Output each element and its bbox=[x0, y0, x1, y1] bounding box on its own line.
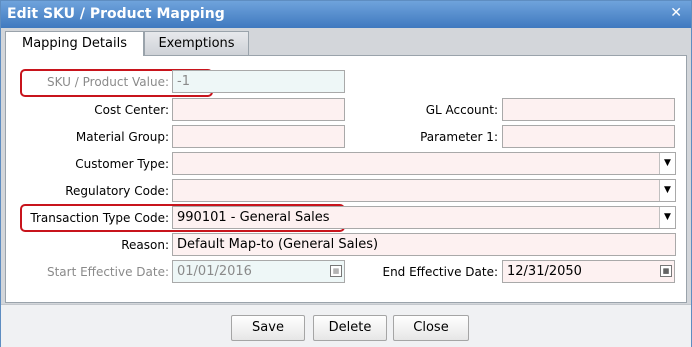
customer-type-label: Customer Type: bbox=[75, 157, 169, 171]
delete-button[interactable]: Delete bbox=[313, 315, 387, 341]
end-date-label: End Effective Date: bbox=[382, 265, 498, 279]
material-group-field[interactable] bbox=[172, 125, 345, 148]
end-date-value: 12/31/2050 bbox=[507, 264, 582, 279]
gl-account-label: GL Account: bbox=[425, 103, 498, 117]
calendar-icon[interactable]: ▦ bbox=[660, 265, 672, 277]
dialog-titlebar[interactable]: Edit SKU / Product Mapping ✕ bbox=[1, 1, 691, 28]
transaction-type-value: 990101 - General Sales bbox=[177, 210, 330, 225]
start-date-field: 01/01/2016 ▦ bbox=[172, 260, 345, 283]
reason-label: Reason: bbox=[121, 238, 169, 252]
cost-center-label: Cost Center: bbox=[94, 103, 169, 117]
transaction-type-label: Transaction Type Code: bbox=[30, 211, 169, 225]
start-date-value: 01/01/2016 bbox=[177, 264, 252, 279]
customer-type-select[interactable]: ▼ bbox=[172, 152, 676, 175]
end-date-field[interactable]: 12/31/2050 ▦ bbox=[502, 260, 675, 283]
regulatory-code-label: Regulatory Code: bbox=[65, 184, 169, 198]
dialog-title: Edit SKU / Product Mapping bbox=[7, 6, 225, 22]
gl-account-field[interactable] bbox=[502, 98, 675, 121]
save-button[interactable]: Save bbox=[231, 315, 305, 341]
sku-field: -1 bbox=[172, 70, 345, 93]
parameter1-label: Parameter 1: bbox=[420, 130, 498, 144]
regulatory-code-select[interactable]: ▼ bbox=[172, 179, 676, 202]
parameter1-field[interactable] bbox=[502, 125, 675, 148]
mapping-details-panel: SKU / Product Value: -1 Cost Center: GL … bbox=[5, 55, 687, 303]
close-button[interactable]: Close bbox=[393, 315, 469, 341]
transaction-type-select[interactable]: 990101 - General Sales ▼ bbox=[172, 206, 676, 229]
chevron-down-icon[interactable]: ▼ bbox=[659, 207, 675, 228]
calendar-icon: ▦ bbox=[330, 265, 342, 277]
tab-exemptions[interactable]: Exemptions bbox=[144, 31, 249, 56]
close-icon[interactable]: ✕ bbox=[670, 5, 682, 21]
dialog-footer: Save Delete Close bbox=[1, 304, 691, 347]
chevron-down-icon[interactable]: ▼ bbox=[659, 153, 675, 174]
reason-field[interactable]: Default Map-to (General Sales) bbox=[172, 233, 676, 256]
start-date-label: Start Effective Date: bbox=[46, 265, 169, 279]
cost-center-field[interactable] bbox=[172, 98, 345, 121]
chevron-down-icon[interactable]: ▼ bbox=[659, 180, 675, 201]
sku-label: SKU / Product Value: bbox=[47, 75, 169, 89]
tab-mapping-details[interactable]: Mapping Details bbox=[5, 31, 144, 56]
edit-mapping-dialog: Edit SKU / Product Mapping ✕ Mapping Det… bbox=[0, 0, 692, 347]
material-group-label: Material Group: bbox=[75, 130, 169, 144]
